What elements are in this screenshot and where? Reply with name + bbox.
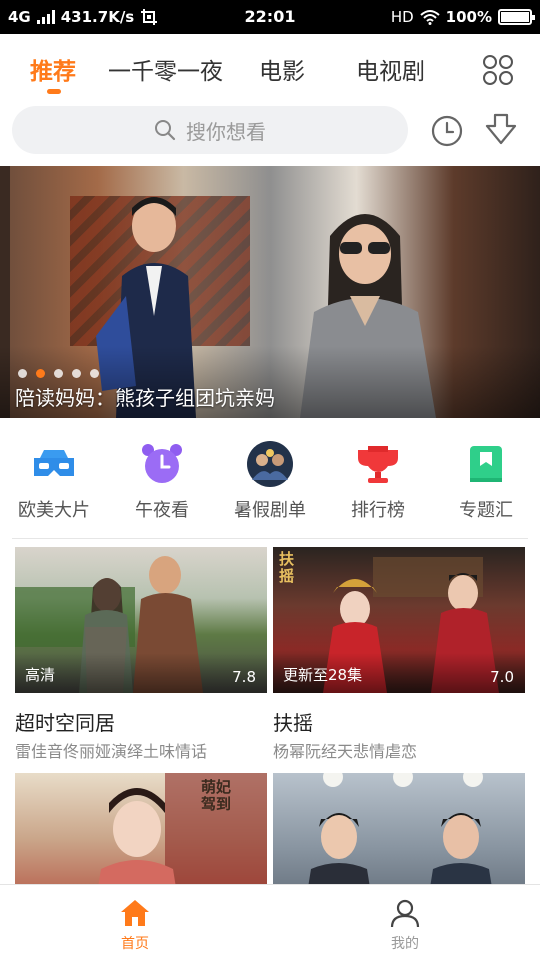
quick-entry-label: 排行榜 [351,500,405,521]
quick-entry-label: 专题汇 [459,500,513,521]
pagination-dot-active[interactable] [36,369,45,378]
tab-movies[interactable]: 电影 [259,52,305,86]
wifi-icon [419,10,440,25]
vr-glasses-icon [34,450,74,476]
video-card[interactable]: 高清 7.8 超时空同居 雷佳音佟丽娅演绎土味情话 [15,547,267,762]
video-title[interactable]: 超时空同居 [15,707,267,736]
nav-label: 首页 [121,936,149,952]
pagination-dot[interactable] [54,369,63,378]
active-tab-indicator [47,89,61,94]
hd-indicator: HD [390,8,414,26]
category-tabs: 推荐 一千零一夜 电影 电视剧 [0,34,540,100]
quality-badge: 高清 [25,666,56,684]
poster-avatar-icon [247,441,293,487]
download-icon[interactable] [484,112,518,148]
trophy-icon [358,446,398,483]
rating-score: 7.8 [232,668,256,686]
video-title[interactable]: 扶摇 [273,707,525,736]
section-divider [12,538,528,539]
video-subtitle: 雷佳音佟丽娅演绎土味情话 [15,742,208,761]
update-badge: 更新至28集 [283,666,363,684]
search-input[interactable]: 搜你想看 [12,106,408,154]
video-thumbnail[interactable]: 扶摇 更新至28集 7.0 [273,547,525,693]
battery-icon [498,9,535,25]
pagination-dot[interactable] [90,369,99,378]
category-grid-icon[interactable] [482,54,514,86]
quick-entries: 欧美大片 午夜看 暑假剧单 排行榜 专题汇 [0,430,540,530]
nav-profile[interactable]: 我的 [365,897,445,953]
banner-caption: 陪读妈妈：熊孩子组团坑亲妈 [15,386,275,410]
pagination-dot[interactable] [72,369,81,378]
tab-recommend[interactable]: 推荐 [30,52,76,86]
search-placeholder: 搜你想看 [186,119,266,144]
user-icon [390,899,420,928]
tab-tv-series[interactable]: 电视剧 [356,52,425,86]
video-thumbnail[interactable]: 高清 7.8 [15,547,267,693]
hero-banner[interactable] [0,166,540,418]
home-icon [121,900,149,926]
banner-pagination [18,369,99,378]
rating-score: 7.0 [490,668,514,686]
status-right: HD 100% [390,0,535,34]
poster-title-art: 扶摇 [279,550,295,585]
quick-entry-western-movies[interactable]: 欧美大片 [0,440,108,522]
quick-entry-topics[interactable]: 专题汇 [432,440,540,522]
nav-label: 我的 [391,936,419,952]
nav-home[interactable]: 首页 [95,897,175,953]
video-card[interactable]: 扶摇 更新至28集 7.0 扶摇 杨幂阮经天悲情虐恋 [273,547,525,762]
search-icon [155,120,176,141]
bottom-navigation: 首页 我的 [0,884,540,960]
pagination-dot[interactable] [18,369,27,378]
poster-title-art: 萌妃驾到 [201,778,232,813]
battery-percent: 100% [445,8,492,26]
bookmark-book-icon [470,446,502,482]
app-screen: 4G 431.7K/s 22:01 HD 100% 推荐 一千零一夜 电影 电视… [0,0,540,960]
video-subtitle: 杨幂阮经天悲情虐恋 [273,742,418,761]
quick-entry-label: 暑假剧单 [234,500,306,521]
tab-arabian-nights[interactable]: 一千零一夜 [108,52,223,86]
battery-level [501,12,529,22]
quick-entry-label: 欧美大片 [18,500,90,521]
quick-entry-summer-list[interactable]: 暑假剧单 [216,440,324,522]
quick-entry-midnight[interactable]: 午夜看 [108,440,216,522]
quick-entry-label: 午夜看 [135,500,189,521]
history-clock-icon[interactable] [430,114,464,148]
alarm-clock-icon [142,444,182,483]
quick-entry-rankings[interactable]: 排行榜 [324,440,432,522]
status-bar: 4G 431.7K/s 22:01 HD 100% [0,0,540,34]
